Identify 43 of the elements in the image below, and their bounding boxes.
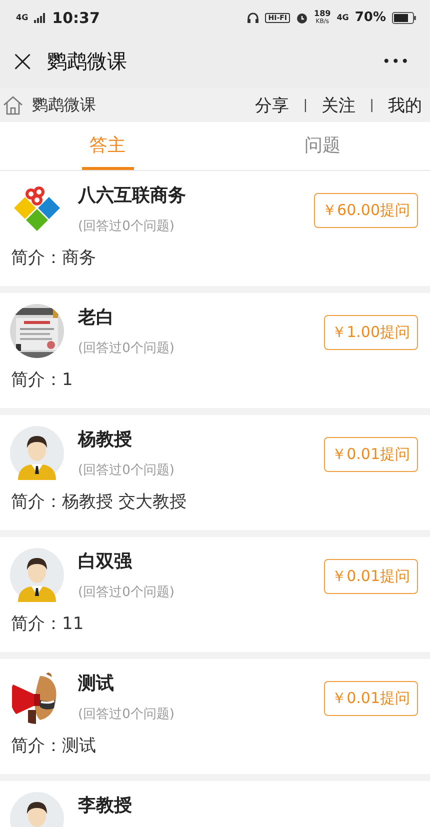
- nav-link[interactable]: 我的: [388, 94, 422, 116]
- expert-intro: 简介：11: [10, 613, 85, 635]
- ask-button[interactable]: ￥0.01提问: [324, 681, 418, 716]
- expert-name: 李教授: [78, 794, 133, 817]
- expert-name: 老白: [78, 306, 115, 329]
- signal-icon: [34, 12, 46, 22]
- ask-button[interactable]: ￥0.01提问: [324, 559, 418, 594]
- page-title: 鹦鹉微课: [47, 48, 128, 75]
- expert-intro: 简介：测试: [10, 735, 97, 757]
- ask-button[interactable]: ￥0.01提问: [324, 437, 418, 472]
- ask-button[interactable]: ￥60.00提问: [314, 193, 418, 228]
- avatar-icon: [10, 548, 64, 602]
- answer-count: (回答过0个问题): [78, 462, 176, 479]
- expert-name: 八六互联商务: [78, 184, 187, 207]
- separator: |: [370, 98, 374, 112]
- home-icon[interactable]: [2, 95, 24, 115]
- clock-time: 10:37: [52, 8, 100, 26]
- ask-button[interactable]: ￥1.00提问: [324, 315, 418, 350]
- expert-intro: 简介：1: [10, 369, 74, 391]
- expert-intro: 简介：商务: [10, 247, 97, 269]
- expert-name: 白双强: [78, 550, 134, 573]
- battery-percent: 70%: [354, 10, 386, 25]
- avatar-icon: [10, 426, 64, 480]
- expert-intro: 简介：杨教授 交大教授: [10, 491, 188, 513]
- expert-name: 杨教授: [78, 428, 133, 451]
- more-button[interactable]: •••: [376, 54, 416, 70]
- close-button[interactable]: ×: [4, 46, 42, 76]
- answer-count: (回答过0个问题): [78, 340, 176, 357]
- separator: |: [303, 98, 308, 112]
- answer-count: (回答过0个问题): [78, 584, 176, 601]
- answer-count: (回答过0个问题): [78, 218, 176, 235]
- nav-link[interactable]: 分享: [255, 94, 290, 116]
- alarm-icon: [296, 12, 308, 24]
- network-speed: 189: [314, 10, 331, 18]
- network-label: 4G: [336, 14, 349, 22]
- battery-icon: [392, 12, 416, 24]
- tab[interactable]: 问题: [296, 122, 348, 170]
- network-label: 4G: [16, 14, 28, 22]
- nav-link[interactable]: 关注: [322, 94, 356, 116]
- headphones-icon: [247, 12, 260, 24]
- home-link[interactable]: 鹦鹉微课: [32, 94, 96, 116]
- expert-name: 测试: [78, 672, 115, 695]
- answer-count: (回答过0个问题): [78, 706, 176, 723]
